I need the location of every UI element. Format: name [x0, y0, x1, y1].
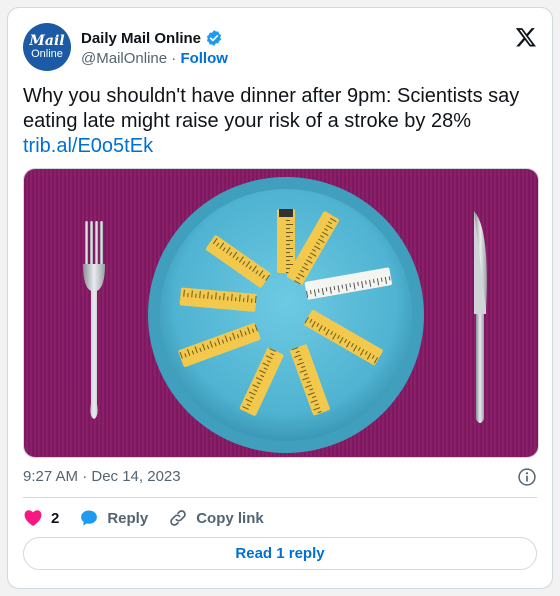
copy-link-button[interactable]: Copy link [168, 508, 264, 528]
tweet-card: Mail Online Daily Mail Online @MailOnlin… [7, 7, 553, 589]
handle-separator: · [167, 50, 181, 67]
read-reply-button[interactable]: Read 1 reply [23, 537, 537, 570]
tweet-media-image[interactable] [23, 168, 539, 458]
author-handle[interactable]: @MailOnline [81, 50, 167, 67]
like-count: 2 [51, 509, 60, 527]
x-logo-icon[interactable] [515, 26, 537, 48]
copy-link-label: Copy link [196, 509, 264, 527]
heart-icon [24, 510, 42, 526]
action-bar: 2 Reply Copy link [23, 507, 284, 529]
like-button[interactable]: 2 [23, 508, 59, 528]
reply-bubble-icon [81, 510, 98, 526]
tweet-text: Why you shouldn't have dinner after 9pm:… [23, 84, 539, 159]
reply-label: Reply [107, 509, 149, 527]
tweet-link[interactable]: trib.al/E0o5tEk [23, 134, 539, 159]
author-name-row: Daily Mail Online [81, 29, 223, 47]
media-illustration [24, 169, 538, 457]
link-icon [170, 510, 186, 526]
timestamp[interactable]: 9:27 AM · Dec 14, 2023 [23, 468, 181, 485]
tweet-body: Why you shouldn't have dinner after 9pm:… [23, 85, 520, 132]
avatar-text-line1: Mail [29, 33, 65, 49]
avatar[interactable]: Mail Online [23, 23, 71, 71]
info-icon[interactable] [517, 467, 537, 487]
reply-button[interactable]: Reply [79, 508, 148, 528]
verified-badge-icon [206, 30, 222, 46]
author-name[interactable]: Daily Mail Online [81, 30, 201, 47]
author-handle-row: @MailOnline · Follow [81, 50, 228, 67]
follow-button[interactable]: Follow [180, 50, 228, 67]
divider [23, 497, 537, 498]
avatar-text-line2: Online [31, 48, 63, 60]
